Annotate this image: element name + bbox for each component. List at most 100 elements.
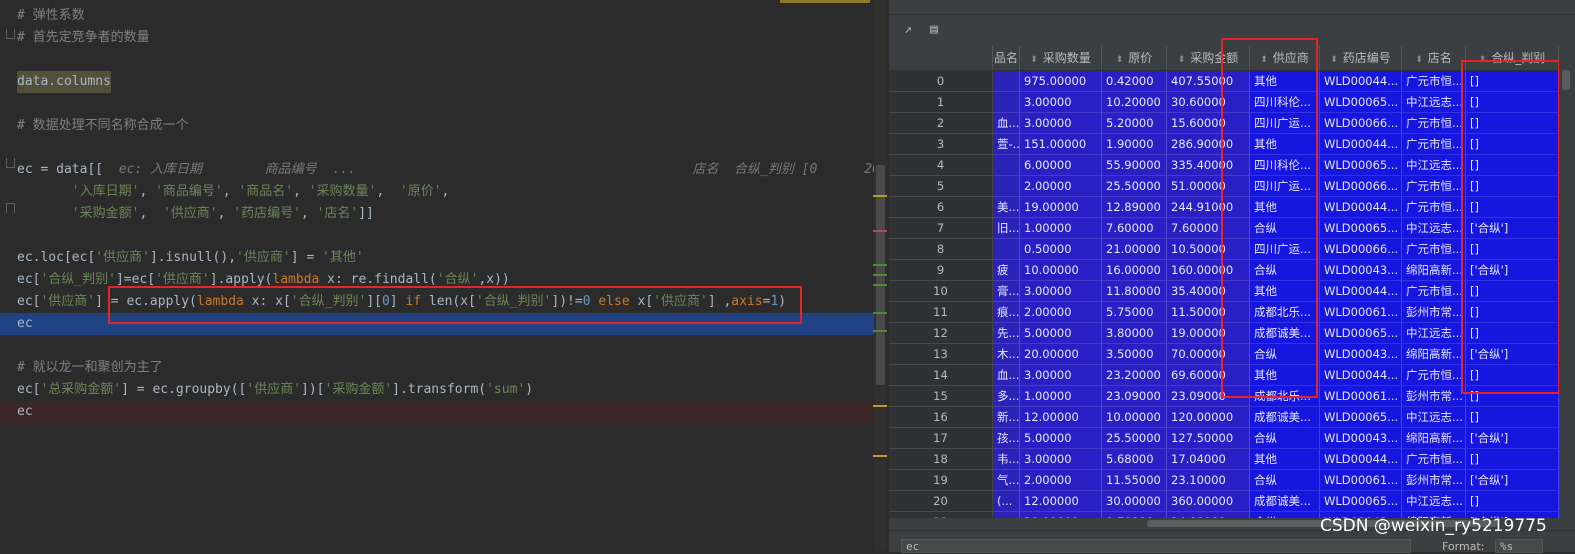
table-cell[interactable]: 127.50000 [1167,428,1250,449]
table-cell[interactable]: 3.00000 [1020,113,1102,134]
table-cell[interactable]: 广元市恒... [1402,197,1466,218]
table-cell[interactable] [993,176,1020,197]
viewer-vertical-scrollbar[interactable] [1559,46,1575,518]
table-cell[interactable]: 5.75000 [1102,302,1167,323]
table-cell[interactable]: 25.50000 [1102,428,1167,449]
table-cell[interactable]: 3.80000 [1102,323,1167,344]
table-cell[interactable]: 120.00000 [1167,407,1250,428]
table-cell[interactable]: 16.00000 [1102,260,1167,281]
table-cell[interactable]: WLD00044... [1320,197,1402,218]
table-cell[interactable]: 19.00000 [1020,197,1102,218]
table-cell[interactable]: 5.00000 [1020,323,1102,344]
table-cell[interactable]: 6.00000 [1020,155,1102,176]
table-cell[interactable]: 萱-... [993,134,1020,155]
table-cell[interactable]: 11.55000 [1102,470,1167,491]
table-cell[interactable]: WLD00065... [1320,92,1402,113]
table-cell[interactable]: 3.00000 [1020,92,1102,113]
table-cell[interactable]: 新... [993,407,1020,428]
table-cell[interactable]: 广元市恒... [1402,113,1466,134]
table-cell[interactable]: 彭州市常... [1402,386,1466,407]
table-cell[interactable]: 12.00000 [1020,491,1102,512]
table-cell[interactable]: WLD00044... [1320,449,1402,470]
table-cell[interactable]: 膏... [993,281,1020,302]
table-cell[interactable]: 23.20000 [1102,365,1167,386]
table-cell[interactable]: 孩... [993,428,1020,449]
table-cell[interactable]: WLD00043... [1320,344,1402,365]
table-cell[interactable]: 12.00000 [1020,407,1102,428]
table-cell[interactable]: 美... [993,197,1020,218]
code-line[interactable]: '入库日期', '商品编号', '商品名', '采购数量', '原价', [0,181,887,203]
table-cell[interactable]: 1.90000 [1102,134,1167,155]
table-cell[interactable]: 3.50000 [1102,344,1167,365]
table-cell[interactable]: 975.00000 [1020,71,1102,92]
table-cell[interactable]: 广元市恒... [1402,134,1466,155]
code-line[interactable]: ec = data[[ ec: 入库日期 商品编号 ... 店名 合纵_判别 [… [0,159,887,181]
row-index-cell[interactable]: 9 [889,260,993,281]
table-cell[interactable]: 绵阳高新... [1402,260,1466,281]
table-cell[interactable]: WLD00061... [1320,386,1402,407]
table-cell[interactable]: ['合纵'] [1466,428,1559,449]
table-cell[interactable]: 12.89000 [1102,197,1167,218]
table-cell[interactable]: 20.00000 [1020,512,1102,518]
viewer-tab-strip[interactable] [889,0,1575,15]
window-layout-icon[interactable]: ▤ [927,23,941,37]
table-cell[interactable]: 彭州市常... [1402,470,1466,491]
table-cell[interactable]: 中江远志... [1402,491,1466,512]
grid-header-cell[interactable]: ⬍ 店名 [1402,46,1466,70]
row-index-cell[interactable]: 2 [889,113,993,134]
grid-header-cell[interactable]: ⬍ 药店编号 [1320,46,1402,70]
sort-icon[interactable]: ⬍ [1116,55,1124,65]
row-index-cell[interactable]: 12 [889,323,993,344]
table-cell[interactable]: 绵阳高新... [1402,428,1466,449]
row-index-cell[interactable]: 5 [889,176,993,197]
table-cell[interactable] [993,155,1020,176]
fold-marker-icon[interactable] [6,158,15,168]
row-index-cell[interactable]: 17 [889,428,993,449]
row-index-cell[interactable]: 6 [889,197,993,218]
code-line[interactable]: '采购金额', '供应商', '药店编号', '店名']] [0,203,887,225]
code-line[interactable]: # 弹性系数 [0,5,887,27]
table-cell[interactable]: WLD00043... [1320,260,1402,281]
table-cell[interactable]: 痕... [993,302,1020,323]
code-line[interactable]: ec.loc[ec['供应商'].isnull(),'供应商'] = '其他' [0,247,887,269]
table-cell[interactable]: 23.09000 [1102,386,1167,407]
code-line[interactable]: # 数据处理不同名称合成一个 [0,115,887,137]
table-cell[interactable]: 中江远志... [1402,155,1466,176]
table-cell[interactable]: 5.20000 [1102,113,1167,134]
table-cell[interactable]: 5.68000 [1102,449,1167,470]
table-cell[interactable]: 55.90000 [1102,155,1167,176]
code-line[interactable]: ec['总采购金额'] = ec.groupby(['供应商'])['采购金额'… [0,379,887,401]
row-index-cell[interactable]: 14 [889,365,993,386]
row-index-cell[interactable]: 15 [889,386,993,407]
table-cell[interactable]: 1.00000 [1020,218,1102,239]
row-index-cell[interactable]: 13 [889,344,993,365]
table-cell[interactable]: 21.00000 [1102,239,1167,260]
table-cell[interactable]: WLD00044... [1320,134,1402,155]
row-index-cell[interactable]: 7 [889,218,993,239]
table-cell[interactable]: 5.00000 [1020,428,1102,449]
table-cell[interactable]: WLD00061... [1320,470,1402,491]
table-row[interactable]: 17 孩... 5.00000 25.50000 127.50000 合纵 WLD00043… [889,428,1559,449]
table-cell[interactable]: 10.00000 [1102,407,1167,428]
table-row[interactable]: 20 (... 12.00000 30.00000 360.00000 成都诚美... WL… [889,491,1559,512]
table-cell[interactable]: 广元市恒... [1402,281,1466,302]
table-cell[interactable]: 3.00000 [1020,449,1102,470]
table-cell[interactable]: 合纵 [1250,428,1320,449]
row-index-cell[interactable]: 19 [889,470,993,491]
table-cell[interactable] [993,239,1020,260]
table-cell[interactable]: 血... [993,365,1020,386]
table-cell[interactable]: 1.00000 [1020,386,1102,407]
table-cell[interactable]: 中江远志... [1402,92,1466,113]
table-cell[interactable]: 3.00000 [1020,281,1102,302]
row-index-cell[interactable]: 10 [889,281,993,302]
code-line[interactable]: data.columns [0,71,887,93]
table-cell[interactable]: 成都诚美... [1250,407,1320,428]
table-cell[interactable]: 360.00000 [1167,491,1250,512]
table-cell[interactable]: 2.00000 [1020,176,1102,197]
table-cell[interactable]: ... [993,512,1020,518]
open-in-new-window-icon[interactable]: ↗ [901,23,915,37]
code-line[interactable]: ec [0,401,887,423]
table-cell[interactable]: [] [1466,491,1559,512]
table-cell[interactable]: 10.20000 [1102,92,1167,113]
row-index-cell[interactable]: 11 [889,302,993,323]
